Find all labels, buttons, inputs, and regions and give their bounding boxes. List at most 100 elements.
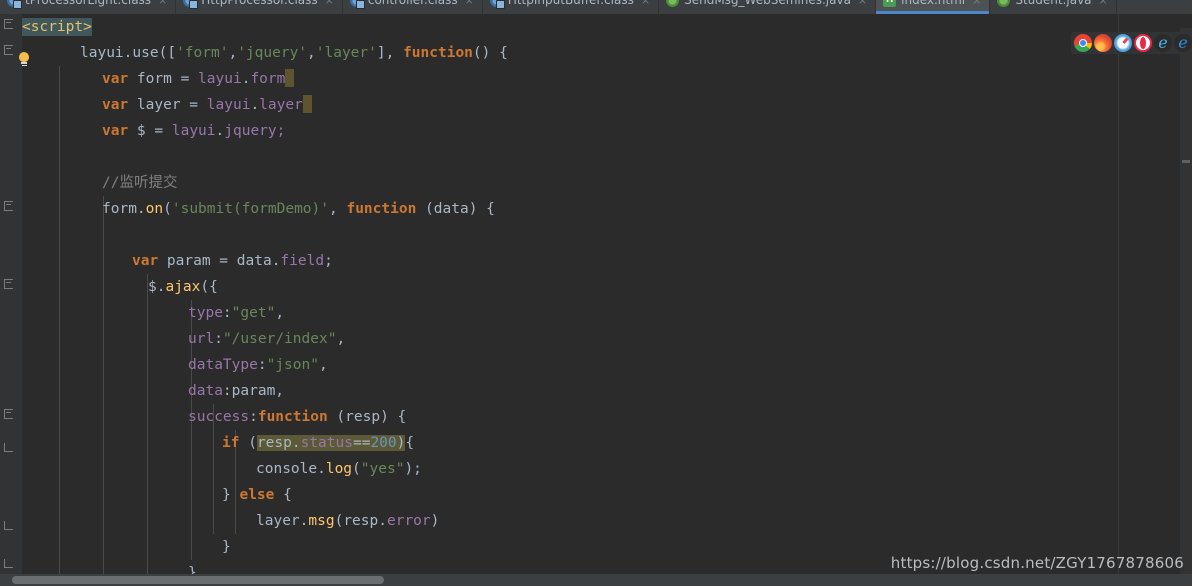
editor-tab-label: controller.class — [367, 0, 458, 7]
chrome-icon[interactable] — [1074, 34, 1092, 52]
code-token: data — [188, 383, 223, 399]
java-class-icon — [349, 0, 365, 9]
code-token: if — [222, 435, 240, 451]
code-fold-icon[interactable] — [4, 443, 15, 457]
internet-explorer-icon[interactable]: e — [1174, 34, 1192, 52]
code-token: log — [325, 461, 353, 477]
code-line[interactable] — [22, 144, 1192, 170]
code-token: : — [249, 409, 258, 425]
code-token: . — [250, 97, 260, 113]
code-token: , — [318, 357, 328, 373]
code-line[interactable]: url:"/user/index", — [22, 326, 1192, 352]
code-token: $ — [148, 279, 157, 295]
java-file-icon — [666, 0, 680, 7]
code-token: function — [346, 201, 417, 217]
code-token: jquery; — [224, 123, 286, 139]
browser-launch-toolbar[interactable]: ee — [1071, 32, 1192, 54]
opera-icon[interactable] — [1134, 34, 1152, 52]
code-token: 200 — [370, 435, 397, 451]
code-line[interactable]: var $ = layui.jquery; — [22, 118, 1192, 144]
code-token: ; — [324, 253, 333, 269]
code-fold-icon[interactable] — [4, 200, 15, 211]
code-token: "json" — [266, 357, 319, 373]
editor-gutter[interactable] — [0, 14, 22, 586]
code-comment: //监听提交 — [102, 175, 178, 191]
code-token: 'submit(formDemo)' — [171, 201, 329, 217]
tab-close-icon[interactable]: × — [972, 0, 981, 7]
code-token: layer — [256, 513, 300, 529]
code-line[interactable] — [22, 222, 1192, 248]
code-token: url — [188, 331, 215, 347]
html-file-icon: H — [883, 0, 897, 7]
code-line[interactable]: data:param, — [22, 378, 1192, 404]
code-line[interactable]: var param = data.field; — [22, 248, 1192, 274]
tab-close-icon[interactable]: × — [158, 0, 167, 7]
code-line[interactable]: form.on('submit(formDemo)', function (da… — [22, 196, 1192, 222]
selected-code-fragment[interactable]: resp.status==200) — [256, 435, 406, 451]
code-token: type — [188, 305, 223, 321]
editor-tab-controller-class[interactable]: controller.class × — [342, 0, 483, 14]
code-token: , — [336, 331, 346, 347]
safari-icon[interactable] — [1114, 34, 1132, 52]
editor-tab-httpprocessor-class[interactable]: HttpProcessor.class × — [176, 0, 343, 14]
code-token: ); — [404, 461, 422, 477]
code-line[interactable]: type:"get", — [22, 300, 1192, 326]
code-token: , — [329, 201, 347, 217]
watermark-text: https://blog.csdn.net/ZGY1767878606 — [890, 554, 1184, 572]
code-line[interactable]: success:function (resp) { — [22, 404, 1192, 430]
editor-tab-label: Student.java — [1015, 0, 1092, 7]
ide-window: tProcessorLight.class × HttpProcessor.clas… — [0, 0, 1192, 586]
horizontal-scrollbar[interactable] — [0, 574, 1192, 586]
code-token: 'jquery' — [237, 45, 308, 61]
code-line[interactable]: layer.msg(resp.error) — [22, 508, 1192, 534]
tab-close-icon[interactable]: × — [465, 0, 474, 7]
tab-close-icon[interactable]: × — [641, 0, 650, 7]
code-fold-icon[interactable] — [4, 44, 15, 55]
tab-close-icon[interactable]: × — [1099, 0, 1108, 7]
editor-tab-tprocessorlight-class[interactable]: tProcessorLight.class × — [0, 0, 177, 14]
edge-icon[interactable]: e — [1154, 34, 1172, 52]
code-line[interactable]: dataType:"json", — [22, 352, 1192, 378]
code-line[interactable]: var form = layui.form — [22, 66, 1192, 92]
code-fold-icon[interactable] — [4, 521, 15, 535]
editor-tab-label: tProcessorLight.class — [25, 0, 152, 7]
code-line[interactable]: var layer = layui.layer — [22, 92, 1192, 118]
code-token: layui — [206, 97, 251, 113]
code-fold-icon[interactable] — [4, 278, 15, 289]
code-fold-icon[interactable] — [4, 408, 15, 419]
code-token: var — [102, 71, 129, 87]
error-stripe-gutter[interactable] — [1180, 28, 1192, 586]
code-token: var — [102, 123, 129, 139]
code-token: "yes" — [360, 461, 405, 477]
code-token: console — [256, 461, 318, 477]
code-token: ajax — [165, 279, 201, 295]
scrollbar-thumb[interactable] — [12, 576, 384, 584]
editor-tab-sendmsg-websemines-java[interactable]: SendMsg_WebSemines.java × — [659, 0, 877, 14]
code-token: else — [239, 487, 275, 503]
code-line[interactable]: console.log("yes"); — [22, 456, 1192, 482]
code-token: resp. — [256, 435, 301, 451]
code-token: "/user/index" — [222, 331, 337, 347]
script-tag-highlight: <script> — [22, 18, 92, 36]
code-fold-icon[interactable] — [4, 18, 15, 29]
code-line[interactable]: //监听提交 — [22, 170, 1192, 196]
tab-close-icon[interactable]: × — [325, 0, 334, 7]
code-token: : — [257, 357, 267, 373]
editor-tab-index-html[interactable]: Hindex.html × — [876, 0, 991, 14]
code-line[interactable]: <script> — [22, 14, 1192, 40]
editor-tab-label: index.html — [901, 0, 966, 7]
code-line[interactable]: $.ajax({ — [22, 274, 1192, 300]
code-editor[interactable]: <script> layui.use(['form','jquery','laye… — [0, 14, 1192, 586]
code-content[interactable]: <script> layui.use(['form','jquery','laye… — [22, 14, 1192, 586]
tab-close-icon[interactable]: × — [858, 0, 867, 7]
code-line[interactable]: } else { — [22, 482, 1192, 508]
firefox-icon[interactable] — [1094, 34, 1112, 52]
code-line[interactable]: layui.use(['form','jquery','layer'], fun… — [22, 40, 1192, 66]
editor-tab-httpinputbuffer-class[interactable]: HttpInputBuffer.class × — [482, 0, 660, 14]
code-token: ( — [352, 461, 361, 477]
code-fold-icon[interactable] — [4, 559, 15, 573]
code-token: var — [132, 253, 159, 269]
editor-tab-student-java[interactable]: Student.java × — [990, 0, 1117, 14]
code-line[interactable]: if (resp.status==200){ — [22, 430, 1192, 456]
code-token: :param, — [222, 383, 285, 399]
